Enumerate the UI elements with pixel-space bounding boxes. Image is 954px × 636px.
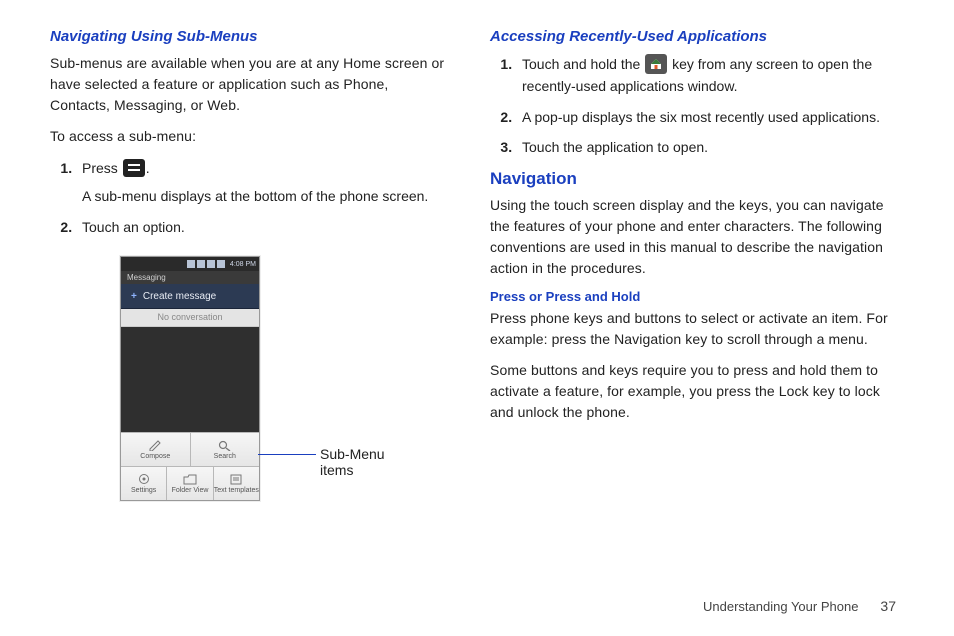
gear-icon <box>137 474 151 485</box>
submenu-compose: Compose <box>121 433 191 466</box>
right-column: Accessing Recently-Used Applications Tou… <box>490 28 890 501</box>
messaging-titlebar: Messaging <box>121 271 259 284</box>
heading-submenus: Navigating Using Sub-Menus <box>50 28 450 45</box>
recent-step-1: Touch and hold the key from any screen t… <box>516 53 890 98</box>
phone-figure: 4:08 PM Messaging + Create message No co… <box>120 256 410 501</box>
submenu-label: Compose <box>140 453 170 460</box>
status-bar: 4:08 PM <box>121 257 259 271</box>
create-message-label: Create message <box>143 291 216 302</box>
submenus-intro: Sub-menus are available when you are at … <box>50 53 450 116</box>
callout-label: Sub-Menu items <box>320 446 410 478</box>
press-p2: Some buttons and keys require you to pre… <box>490 360 890 423</box>
status-icon <box>207 260 215 268</box>
r-step1-a: Touch and hold the <box>522 56 644 72</box>
submenus-lead: To access a sub-menu: <box>50 126 450 147</box>
status-icon <box>217 260 225 268</box>
folder-icon <box>183 474 197 485</box>
home-key-icon <box>645 54 667 74</box>
submenu-row: Compose Search <box>121 432 259 466</box>
status-icon <box>197 260 205 268</box>
template-icon <box>229 474 243 485</box>
empty-area <box>121 327 259 432</box>
search-icon <box>218 440 232 451</box>
create-message-row: + Create message <box>121 284 259 309</box>
footer-section: Understanding Your Phone <box>703 599 858 614</box>
page-number: 37 <box>880 598 896 614</box>
submenu-label: Text templates <box>214 487 259 494</box>
page: Navigating Using Sub-Menus Sub-menus are… <box>0 0 954 501</box>
step-1: Press . A sub-menu displays at the botto… <box>76 157 450 208</box>
heading-navigation: Navigation <box>490 169 890 189</box>
submenu-settings: Settings <box>121 467 167 500</box>
no-conversation-row: No conversation <box>121 309 259 327</box>
step-2: Touch an option. <box>76 216 450 238</box>
step1-text-a: Press <box>82 160 122 176</box>
plus-icon: + <box>131 291 137 302</box>
recent-step-3: Touch the application to open. <box>516 136 890 158</box>
step1-sub: A sub-menu displays at the bottom of the… <box>82 185 450 207</box>
navigation-body: Using the touch screen display and the k… <box>490 195 890 279</box>
submenu-folderview: Folder View <box>167 467 213 500</box>
heading-press: Press or Press and Hold <box>490 289 890 304</box>
compose-icon <box>148 440 162 451</box>
submenu-row: Settings Folder View Text <box>121 466 259 500</box>
status-icon <box>187 260 195 268</box>
page-footer: Understanding Your Phone 37 <box>703 598 896 614</box>
status-time: 4:08 PM <box>230 261 256 268</box>
recent-step-2: A pop-up displays the six most recently … <box>516 106 890 128</box>
submenu-grid: Compose Search <box>121 432 259 500</box>
left-column: Navigating Using Sub-Menus Sub-menus are… <box>50 28 450 501</box>
press-p1: Press phone keys and buttons to select o… <box>490 308 890 350</box>
submenu-label: Search <box>214 453 236 460</box>
callout-leader <box>258 454 316 455</box>
submenu-texttemplates: Text templates <box>214 467 259 500</box>
menu-key-icon <box>123 159 145 177</box>
submenu-label: Settings <box>131 487 156 494</box>
recent-apps-steps: Touch and hold the key from any screen t… <box>498 53 890 159</box>
submenu-label: Folder View <box>172 487 209 494</box>
submenus-steps: Press . A sub-menu displays at the botto… <box>58 157 450 238</box>
step1-text-b: . <box>146 160 150 176</box>
heading-recent-apps: Accessing Recently-Used Applications <box>490 28 890 45</box>
phone-mock: 4:08 PM Messaging + Create message No co… <box>120 256 260 501</box>
submenu-search: Search <box>191 433 260 466</box>
